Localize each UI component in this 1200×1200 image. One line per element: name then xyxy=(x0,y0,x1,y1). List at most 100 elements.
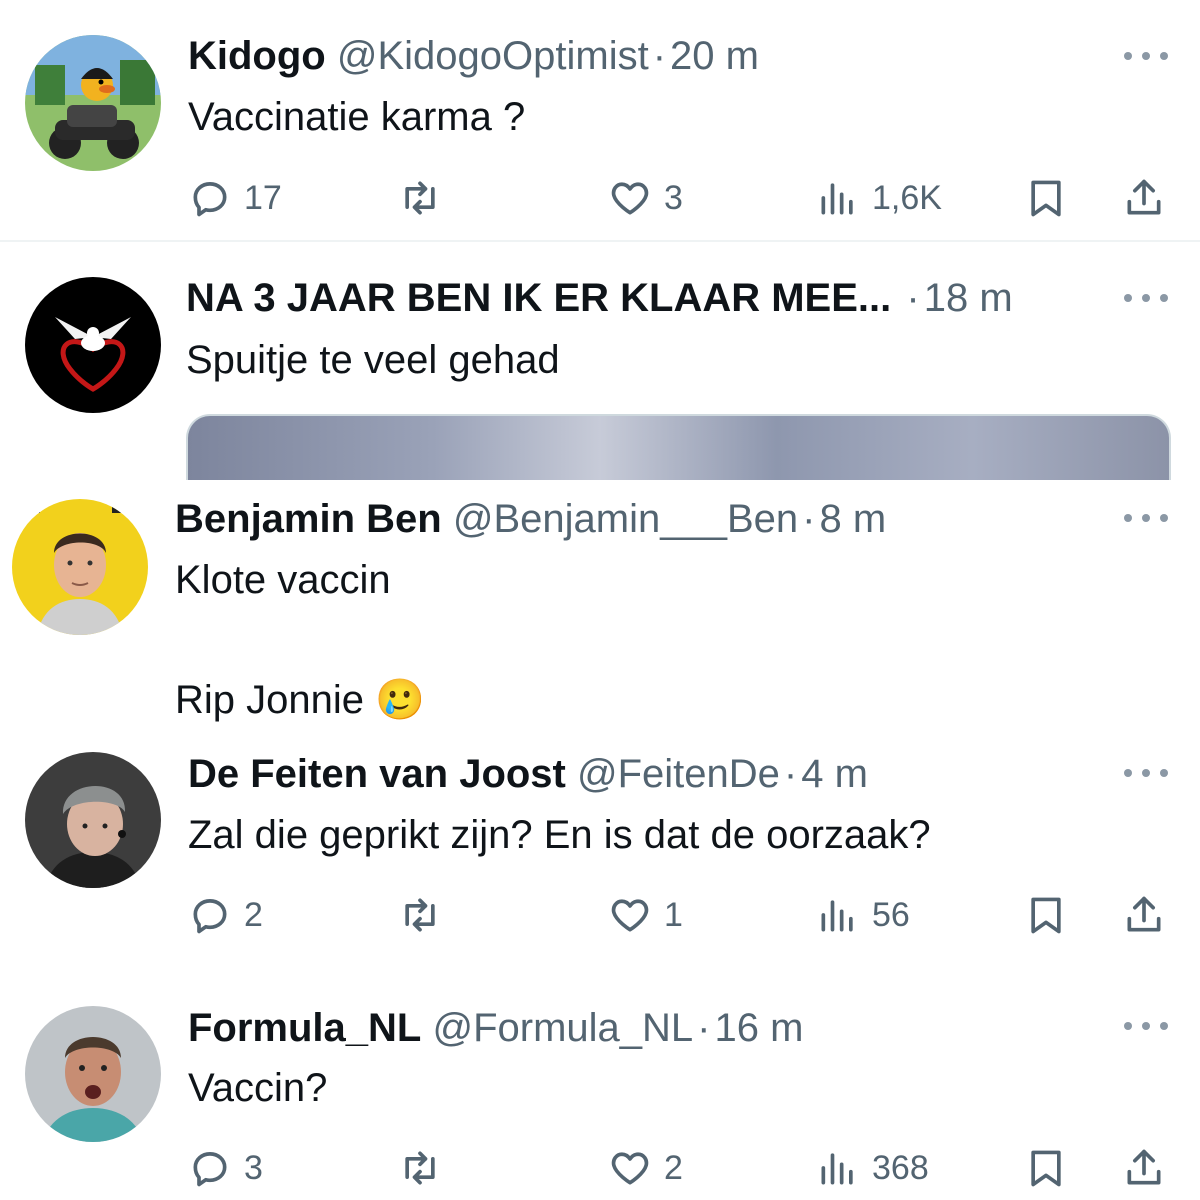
share-upload-icon xyxy=(1127,179,1161,215)
retweet-button[interactable] xyxy=(398,173,454,223)
views-bar-chart-icon xyxy=(821,183,853,215)
views-bar-chart-icon xyxy=(821,900,853,932)
timestamp[interactable]: 18 m xyxy=(924,276,1013,320)
duck-motorcycle-image xyxy=(25,35,161,171)
retweet-button[interactable] xyxy=(398,1143,454,1193)
reply-bubble-icon xyxy=(193,899,227,934)
user-handle[interactable]: @KidogoOptimist xyxy=(337,34,649,78)
avatar-benjamin-ben[interactable] xyxy=(12,499,148,635)
tweet-header: Benjamin Ben @Benjamin___Ben · 8 m xyxy=(175,495,886,543)
timestamp[interactable]: 8 m xyxy=(819,497,886,541)
reply-bubble-icon xyxy=(193,182,227,217)
avatar-na3jaar[interactable] xyxy=(25,277,161,413)
reply-bubble-icon xyxy=(193,1152,227,1187)
views-count: 1,6K xyxy=(872,178,942,217)
retweet-button[interactable] xyxy=(398,890,454,940)
display-name[interactable]: NA 3 JAAR BEN IK ER KLAAR MEE... xyxy=(186,276,891,320)
tweet-header: De Feiten van Joost @FeitenDe · 4 m xyxy=(188,750,868,798)
heart-icon xyxy=(611,182,649,215)
bookmark-button[interactable] xyxy=(1024,173,1068,223)
reply-button[interactable]: 17 xyxy=(188,173,282,223)
separator-dot: · xyxy=(802,497,816,541)
views-button[interactable]: 56 xyxy=(816,890,910,940)
retweet-icon xyxy=(405,181,435,215)
bookmark-icon xyxy=(1031,1150,1061,1187)
tweet-media-preview[interactable] xyxy=(186,414,1171,480)
tweet-text-line: Klote vaccin xyxy=(175,558,391,602)
more-options-button[interactable] xyxy=(1124,292,1168,304)
views-count: 368 xyxy=(872,1148,929,1187)
separator-dot: · xyxy=(783,752,798,796)
bookmark-icon xyxy=(1031,180,1061,217)
like-count: 1 xyxy=(664,895,683,934)
more-dots-icon xyxy=(1124,1022,1132,1030)
like-button[interactable]: 2 xyxy=(608,1143,683,1193)
like-button[interactable]: 1 xyxy=(608,890,683,940)
heart-icon xyxy=(611,1152,649,1185)
share-button[interactable] xyxy=(1122,890,1166,940)
tweet-header: NA 3 JAAR BEN IK ER KLAAR MEE... · 18 m xyxy=(186,274,1013,322)
dove-heart-image xyxy=(25,277,161,413)
separator-dot: · xyxy=(906,276,920,320)
action-bar: 3 2 368 xyxy=(0,1143,1200,1193)
user-handle[interactable]: @FeitenDe xyxy=(577,752,780,796)
views-button[interactable]: 368 xyxy=(816,1143,929,1193)
action-bar: 17 3 1,6K xyxy=(0,173,1200,223)
avatar-feiten-van-joost[interactable] xyxy=(25,752,161,888)
reply-count: 2 xyxy=(244,895,263,934)
timestamp[interactable]: 4 m xyxy=(801,752,868,796)
tweet-text: Spuitje te veel gehad xyxy=(186,338,560,382)
reply-count: 3 xyxy=(244,1148,263,1187)
tweet-kidogo[interactable]: Kidogo @KidogoOptimist · 20 m Vaccinatie k… xyxy=(0,0,1200,240)
tweet-header: Kidogo @KidogoOptimist · 20 m xyxy=(188,32,759,80)
display-name[interactable]: Kidogo xyxy=(188,34,326,78)
more-dots-icon xyxy=(1124,52,1132,60)
user-handle[interactable]: @Benjamin___Ben xyxy=(453,497,798,541)
more-options-button[interactable] xyxy=(1124,512,1168,524)
tweet-text: Zal die geprikt zijn? En is dat de oorza… xyxy=(188,813,931,857)
bookmark-button[interactable] xyxy=(1024,890,1068,940)
user-handle[interactable]: @Formula_NL xyxy=(432,1006,693,1050)
share-upload-icon xyxy=(1127,1149,1161,1185)
more-dots-icon xyxy=(1124,769,1132,777)
display-name[interactable]: Formula_NL xyxy=(188,1006,421,1050)
timestamp[interactable]: 20 m xyxy=(670,34,759,78)
timestamp[interactable]: 16 m xyxy=(715,1006,804,1050)
separator-dot: · xyxy=(652,34,667,78)
tweet-header: Formula_NL @Formula_NL · 16 m xyxy=(188,1004,803,1052)
more-dots-icon xyxy=(1124,294,1132,302)
tweet-na3jaar[interactable]: NA 3 JAAR BEN IK ER KLAAR MEE... · 18 m S… xyxy=(0,242,1200,480)
more-options-button[interactable] xyxy=(1124,1020,1168,1032)
man-beanie-portrait-image xyxy=(25,752,161,888)
action-bar: 2 1 56 xyxy=(0,890,1200,940)
tweet-feiten-van-joost[interactable]: De Feiten van Joost @FeitenDe · 4 m Zal di… xyxy=(0,720,1200,980)
reply-button[interactable]: 2 xyxy=(188,890,263,940)
tweet-text: Vaccin? xyxy=(188,1066,328,1110)
bookmark-icon xyxy=(1031,897,1061,934)
heart-icon xyxy=(611,899,649,932)
reply-button[interactable]: 3 xyxy=(188,1143,263,1193)
tweet-text: Vaccinatie karma ? xyxy=(188,95,526,139)
views-button[interactable]: 1,6K xyxy=(816,173,942,223)
separator-dot: · xyxy=(697,1006,711,1050)
share-button[interactable] xyxy=(1122,1143,1166,1193)
bookmark-button[interactable] xyxy=(1024,1143,1068,1193)
tweet-benjamin-ben[interactable]: Benjamin Ben @Benjamin___Ben · 8 m Klote v… xyxy=(0,480,1200,722)
man-shouting-portrait-image xyxy=(25,1006,161,1142)
man-portrait-image xyxy=(12,499,148,635)
share-button[interactable] xyxy=(1122,173,1166,223)
more-options-button[interactable] xyxy=(1124,767,1168,779)
more-options-button[interactable] xyxy=(1124,50,1168,62)
display-name[interactable]: Benjamin Ben xyxy=(175,497,442,541)
avatar-formula-nl[interactable] xyxy=(25,1006,161,1142)
like-count: 3 xyxy=(664,178,683,217)
reply-count: 17 xyxy=(244,178,282,217)
like-button[interactable]: 3 xyxy=(608,173,683,223)
display-name[interactable]: De Feiten van Joost xyxy=(188,752,566,796)
views-count: 56 xyxy=(872,895,910,934)
share-upload-icon xyxy=(1127,896,1161,932)
views-bar-chart-icon xyxy=(821,1153,853,1185)
tweet-formula-nl[interactable]: Formula_NL @Formula_NL · 16 m Vaccin? 3 2 … xyxy=(0,980,1200,1200)
retweet-icon xyxy=(405,1151,435,1185)
avatar-kidogo[interactable] xyxy=(25,35,161,171)
